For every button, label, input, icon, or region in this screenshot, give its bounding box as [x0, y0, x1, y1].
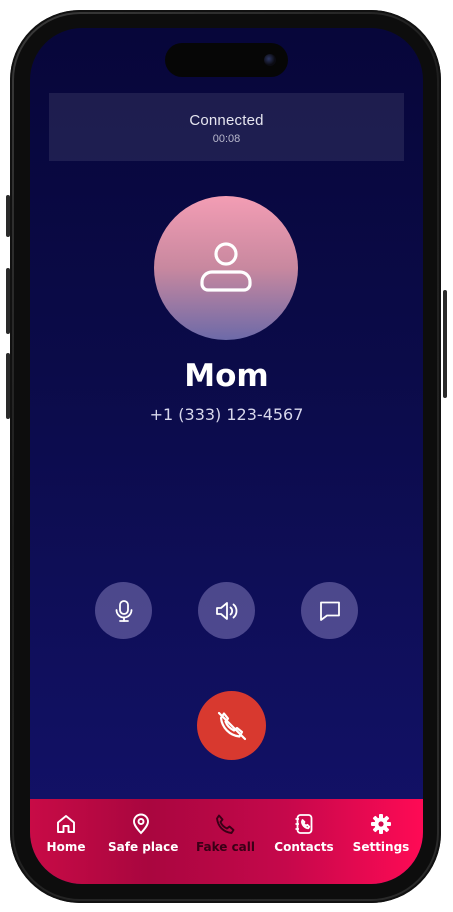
phone-icon [216, 814, 235, 834]
call-status-box: Connected 00:08 [49, 93, 404, 161]
dynamic-island [165, 43, 288, 77]
power-button [443, 290, 447, 398]
bottom-tab-bar: Home Safe place Fake call Contacts Setti… [30, 799, 423, 884]
location-pin-icon [133, 813, 149, 835]
call-screen: Connected 00:08 Mom +1 (333) 123-4567 Ho… [30, 28, 423, 884]
tab-home-label: Home [46, 840, 86, 854]
home-icon [57, 815, 75, 833]
contacts-book-icon [295, 814, 313, 834]
phone-hangup-icon [217, 711, 247, 741]
action-button [6, 195, 10, 237]
volume-up-button [6, 268, 10, 334]
tab-fake-call[interactable]: Fake call [196, 813, 256, 854]
call-status: Connected [189, 112, 264, 129]
tab-home[interactable]: Home [46, 813, 86, 854]
tab-fake-call-label: Fake call [196, 840, 256, 854]
speaker-button[interactable] [198, 582, 255, 639]
tab-contacts[interactable]: Contacts [274, 813, 334, 854]
front-camera [264, 54, 276, 66]
end-call-button[interactable] [197, 691, 266, 760]
call-duration: 00:08 [212, 133, 241, 145]
volume-down-button [6, 353, 10, 419]
gear-icon [371, 814, 391, 834]
caller-avatar [154, 196, 298, 340]
tab-safe-place[interactable]: Safe place [108, 813, 179, 854]
message-icon [320, 601, 340, 621]
caller-number: +1 (333) 123-4567 [149, 405, 304, 424]
speaker-icon [216, 602, 238, 620]
tab-settings-label: Settings [352, 840, 410, 854]
mute-button[interactable] [95, 582, 152, 639]
user-icon [200, 242, 252, 292]
tab-contacts-label: Contacts [274, 840, 334, 854]
tab-safe-place-label: Safe place [108, 840, 179, 854]
message-button[interactable] [301, 582, 358, 639]
microphone-icon [115, 600, 133, 622]
caller-name: Mom [184, 358, 269, 394]
tab-settings[interactable]: Settings [352, 813, 410, 854]
